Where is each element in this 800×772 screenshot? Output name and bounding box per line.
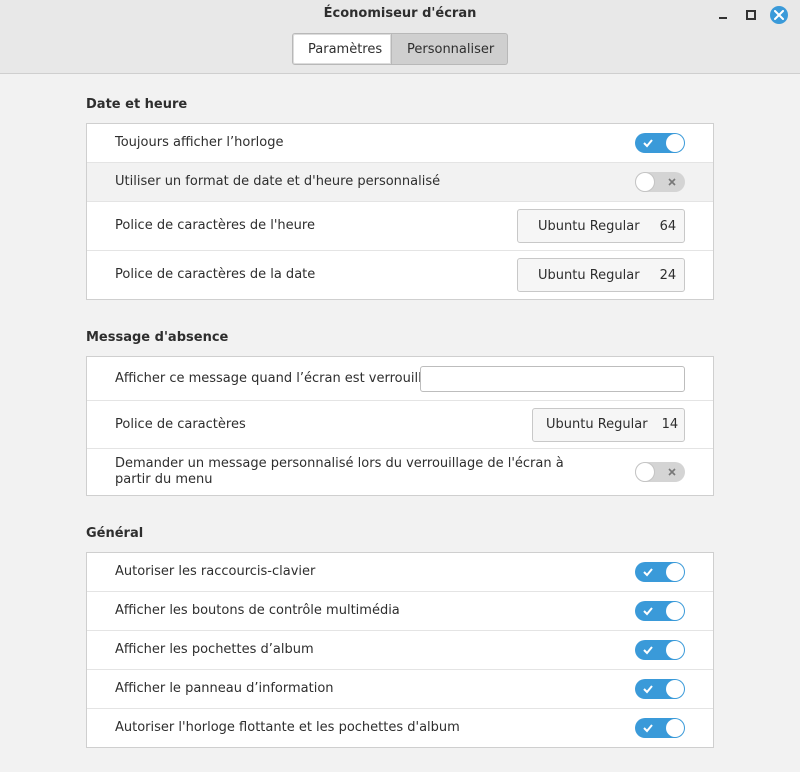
media-controls-toggle[interactable] [635, 601, 685, 621]
info-panel-toggle[interactable] [635, 679, 685, 699]
row-media-controls: Afficher les boutons de contrôle multimé… [87, 592, 713, 631]
message-font-name: Ubuntu Regular [546, 417, 648, 432]
section-title-date-time: Date et heure [86, 97, 188, 112]
toggle-knob [636, 463, 654, 481]
tab-bar: Paramètres Personnaliser [292, 33, 508, 65]
check-icon [643, 607, 653, 616]
check-icon [643, 139, 653, 148]
album-art-label: Afficher les pochettes d’album [115, 642, 314, 657]
check-icon [643, 685, 653, 694]
ask-custom-message-toggle[interactable] [635, 462, 685, 482]
row-always-show-clock: Toujours afficher l’horloge [87, 124, 713, 163]
toggle-knob [666, 134, 684, 152]
panel-away-message: Afficher ce message quand l’écran est ve… [86, 356, 714, 496]
cross-icon [668, 178, 676, 186]
date-font-button[interactable]: Ubuntu Regular 24 [517, 258, 685, 292]
section-title-away-message: Message d'absence [86, 330, 229, 345]
tab-parametres[interactable]: Paramètres [292, 33, 392, 65]
ask-custom-message-label: Demander un message personnalisé lors du… [115, 456, 564, 487]
close-icon[interactable] [770, 6, 788, 24]
keyboard-shortcuts-toggle[interactable] [635, 562, 685, 582]
always-show-clock-toggle[interactable] [635, 133, 685, 153]
toggle-knob [666, 563, 684, 581]
toggle-knob [666, 602, 684, 620]
info-panel-label: Afficher le panneau d’information [115, 681, 334, 696]
message-font-button[interactable]: Ubuntu Regular 14 [532, 407, 685, 442]
toggle-knob [666, 719, 684, 737]
media-controls-label: Afficher les boutons de contrôle multimé… [115, 603, 400, 618]
away-message-input[interactable] [420, 365, 685, 392]
date-font-label: Police de caractères de la date [115, 267, 316, 282]
floating-clock-toggle[interactable] [635, 718, 685, 738]
minimize-icon[interactable] [714, 6, 732, 24]
row-message-font: Police de caractères Ubuntu Regular 14 [87, 401, 713, 449]
panel-general: Autoriser les raccourcis-clavier Affiche… [86, 552, 714, 748]
row-album-art: Afficher les pochettes d’album [87, 631, 713, 670]
row-floating-clock: Autoriser l'horloge flottante et les poc… [87, 709, 713, 747]
title-bar: Économiseur d'écran Paramètres Personnal… [0, 0, 800, 74]
row-show-message: Afficher ce message quand l’écran est ve… [87, 357, 713, 401]
section-title-general: Général [86, 526, 144, 541]
always-show-clock-label: Toujours afficher l’horloge [115, 135, 284, 150]
row-keyboard-shortcuts: Autoriser les raccourcis-clavier [87, 553, 713, 592]
check-icon [643, 646, 653, 655]
time-font-name: Ubuntu Regular [538, 218, 640, 234]
window-title: Économiseur d'écran [323, 6, 477, 21]
date-font-name: Ubuntu Regular [538, 267, 640, 283]
cross-icon [668, 468, 676, 476]
toggle-knob [666, 641, 684, 659]
tab-personnaliser[interactable]: Personnaliser [392, 33, 508, 65]
message-font-label: Police de caractères [115, 416, 246, 432]
keyboard-shortcuts-label: Autoriser les raccourcis-clavier [115, 564, 316, 579]
row-info-panel: Afficher le panneau d’information [87, 670, 713, 709]
check-icon [643, 568, 653, 577]
time-font-size: 64 [659, 218, 677, 234]
time-font-button[interactable]: Ubuntu Regular 64 [517, 209, 685, 243]
panel-date-time: Toujours afficher l’horloge Utiliser un … [86, 123, 714, 300]
show-message-label: Afficher ce message quand l’écran est ve… [115, 370, 430, 386]
maximize-icon[interactable] [742, 6, 760, 24]
date-font-size: 24 [659, 267, 677, 283]
message-font-size: 14 [661, 417, 679, 432]
row-date-font: Police de caractères de la date Ubuntu R… [87, 251, 713, 299]
row-custom-format: Utiliser un format de date et d'heure pe… [87, 163, 713, 202]
toggle-knob [666, 680, 684, 698]
check-icon [643, 724, 653, 733]
row-ask-custom-message: Demander un message personnalisé lors du… [87, 449, 713, 495]
custom-format-label: Utiliser un format de date et d'heure pe… [115, 174, 441, 189]
custom-format-toggle[interactable] [635, 172, 685, 192]
floating-clock-label: Autoriser l'horloge flottante et les poc… [115, 720, 460, 735]
toggle-knob [636, 173, 654, 191]
row-time-font: Police de caractères de l'heure Ubuntu R… [87, 202, 713, 251]
album-art-toggle[interactable] [635, 640, 685, 660]
time-font-label: Police de caractères de l'heure [115, 218, 315, 233]
